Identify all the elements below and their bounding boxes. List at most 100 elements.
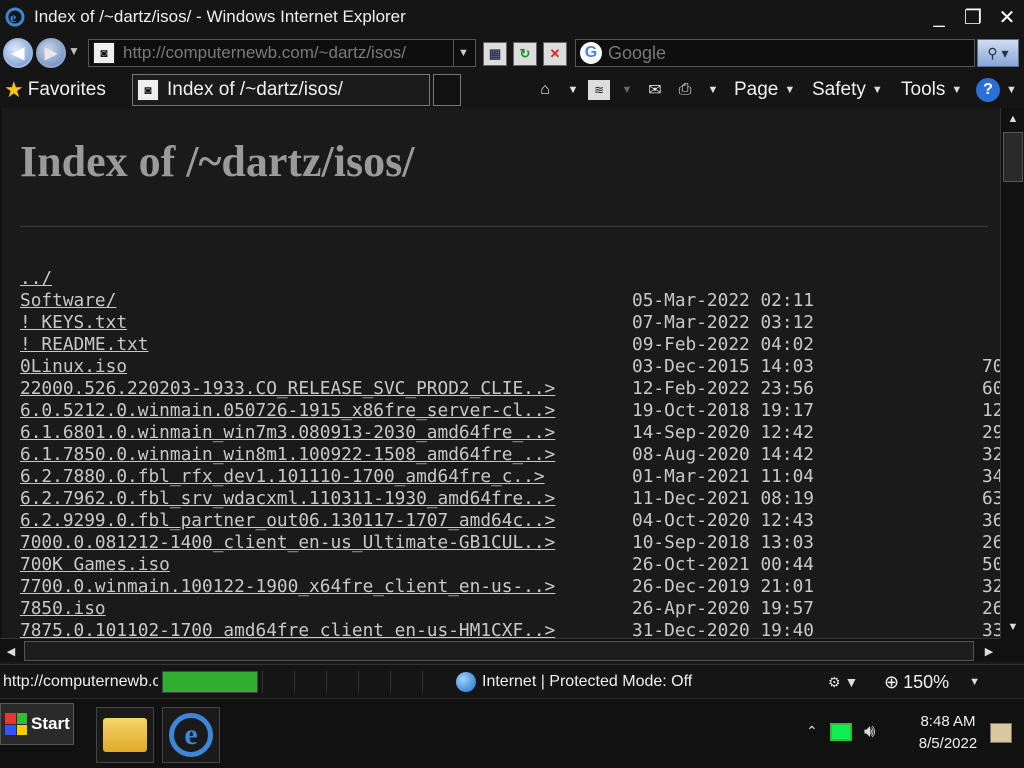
scrollbar-corner (1000, 638, 1024, 662)
tab-active[interactable]: ◙ Index of /~dartz/isos/ (132, 74, 430, 106)
window-title: Index of /~dartz/isos/ - Windows Interne… (34, 7, 406, 26)
file-link[interactable]: 6.2.9299.0.fbl_partner_out06.130117-1707… (20, 510, 555, 532)
ie-icon: e (169, 713, 213, 757)
file-date: 26-Apr-2020 19:57 (632, 598, 814, 619)
scroll-left-button[interactable]: ◀ (0, 639, 22, 663)
vertical-scroll-thumb[interactable] (1003, 132, 1023, 182)
status-segment (326, 671, 356, 693)
file-link[interactable]: 7700.0.winmain.100122-1900_x64fre_client… (20, 576, 555, 598)
zoom-level: 150% (903, 671, 950, 692)
vertical-scrollbar[interactable]: ▲ ▼ (1000, 108, 1024, 638)
file-link[interactable]: ! README.txt (20, 334, 148, 356)
favicon-icon: ◙ (137, 79, 159, 101)
back-button[interactable]: ◀ (3, 38, 33, 68)
new-tab-button[interactable] (433, 74, 461, 106)
refresh-button[interactable]: ↻ (513, 42, 537, 66)
list-item: 6.1.7850.0.winmain_win8m1.100922-1508_am… (20, 444, 1000, 466)
clock[interactable]: 8:48 AM 8/5/2022 (908, 711, 988, 755)
page-menu[interactable]: Page ▼ (734, 76, 795, 104)
popup-blocker-button[interactable]: ⚙ ▼ (828, 671, 868, 693)
address-toolbar: ◀ ▶ ▼ ◙ http://computernewb.com/~dartz/i… (0, 34, 1024, 72)
scroll-up-button[interactable]: ▲ (1001, 108, 1024, 130)
file-link[interactable]: 0Linux.iso (20, 356, 127, 378)
file-size: 2637 (982, 598, 1000, 619)
show-hidden-icons-button[interactable]: ⌃ (806, 723, 818, 740)
stop-icon: ✕ (549, 46, 561, 61)
forward-button[interactable]: ▶ (36, 38, 66, 68)
file-date: 09-Feb-2022 04:02 (632, 334, 814, 355)
taskbar-explorer[interactable] (96, 707, 154, 763)
file-link[interactable]: 6.1.7850.0.winmain_win8m1.100922-1508_am… (20, 444, 555, 466)
rss-icon[interactable]: ≋ (588, 80, 610, 100)
list-item: 6.2.7880.0.fbl_rfx_dev1.101110-1700_amd6… (20, 466, 1000, 488)
show-desktop-button[interactable] (990, 723, 1012, 743)
file-date: 11-Dec-2021 08:19 (632, 488, 814, 509)
start-button[interactable]: Start (0, 703, 74, 745)
home-dropdown[interactable]: ▼ (562, 80, 584, 100)
file-size: 3694 (982, 510, 1000, 531)
recent-pages-dropdown[interactable]: ▼ (68, 44, 80, 58)
file-link[interactable]: 700K Games.iso (20, 554, 170, 576)
list-item: 7875.0.101102-1700_amd64fre_client_en-us… (20, 620, 1000, 638)
file-link[interactable]: 7875.0.101102-1700_amd64fre_client_en-us… (20, 620, 555, 638)
file-link[interactable]: Software/ (20, 290, 116, 312)
zoom-icon: ⊕ (884, 671, 900, 692)
taskbar-internet-explorer[interactable]: e (162, 707, 220, 763)
file-link[interactable]: 7850.iso (20, 598, 106, 620)
list-item: 22000.526.220203-1933.CO_RELEASE_SVC_PRO… (20, 378, 1000, 400)
status-segment (294, 671, 324, 693)
folder-icon (103, 718, 147, 752)
address-bar[interactable]: ◙ http://computernewb.com/~dartz/isos/ ▼ (88, 39, 476, 67)
security-zone[interactable]: Internet | Protected Mode: Off (456, 671, 692, 693)
compat-view-button[interactable]: ▦ (483, 42, 507, 66)
file-link[interactable]: 6.2.7880.0.fbl_rfx_dev1.101110-1700_amd6… (20, 466, 545, 488)
stop-button[interactable]: ✕ (543, 42, 567, 66)
file-link[interactable]: 6.2.7962.0.fbl_srv_wdacxml.110311-1930_a… (20, 488, 555, 510)
tools-menu[interactable]: Tools ▼ (901, 76, 962, 104)
status-segment (390, 671, 420, 693)
help-menu[interactable]: ? ▼ (976, 76, 1017, 104)
search-button[interactable]: ⚲ ▾ (977, 39, 1019, 67)
file-date: 19-Oct-2018 19:17 (632, 400, 814, 421)
file-date: 26-Oct-2021 00:44 (632, 554, 814, 575)
scroll-down-button[interactable]: ▼ (1001, 616, 1024, 638)
file-link[interactable]: 6.0.5212.0.winmain.050726-1915_x86fre_se… (20, 400, 555, 422)
search-box[interactable]: G Google (575, 39, 975, 67)
favorites-button[interactable]: ★ Favorites (4, 76, 106, 104)
list-item: 0Linux.iso 03-Dec-2015 14:03 70 (20, 356, 1000, 378)
restore-button[interactable]: ❐ (956, 0, 990, 34)
back-icon: ◀ (11, 45, 25, 62)
search-input[interactable]: Google (608, 43, 666, 64)
zoom-dropdown[interactable]: ▼ (969, 676, 980, 688)
zoom-control[interactable]: ⊕ 150% ▼ (884, 671, 980, 693)
minimize-button[interactable]: _ (922, 0, 956, 34)
horizontal-scroll-thumb[interactable] (24, 641, 974, 661)
address-input[interactable]: http://computernewb.com/~dartz/isos/ (123, 43, 453, 63)
command-bar: ★ Favorites ◙ Index of /~dartz/isos/ ⌂ ▼… (0, 72, 1024, 108)
file-link[interactable]: ../ (20, 268, 52, 290)
close-button[interactable]: ✕ (990, 0, 1024, 34)
print-icon[interactable]: ⎙ (674, 80, 696, 100)
file-link[interactable]: ! KEYS.txt (20, 312, 127, 334)
list-item: 7850.iso 26-Apr-2020 19:57 2637 (20, 598, 1000, 620)
address-dropdown[interactable]: ▼ (453, 40, 473, 66)
rss-dropdown[interactable]: ▼ (616, 80, 638, 100)
horizontal-scrollbar[interactable]: ◀ ▶ (0, 638, 1000, 662)
file-size: 70 (982, 356, 1000, 377)
clock-date: 8/5/2022 (918, 735, 978, 752)
file-size: 3265 (982, 444, 1000, 465)
home-icon[interactable]: ⌂ (534, 80, 556, 100)
file-size: 2960 (982, 422, 1000, 443)
print-dropdown[interactable]: ▼ (702, 80, 724, 100)
scroll-right-button[interactable]: ▶ (978, 639, 1000, 663)
mail-icon[interactable]: ✉ (644, 80, 666, 100)
file-link[interactable]: 6.1.6801.0.winmain_win7m3.080913-2030_am… (20, 422, 555, 444)
volume-icon[interactable]: 🔊︎ (864, 721, 875, 742)
file-link[interactable]: 7000.0.081212-1400_client_en-us_Ultimate… (20, 532, 555, 554)
file-link[interactable]: 22000.526.220203-1933.CO_RELEASE_SVC_PRO… (20, 378, 555, 400)
safety-menu[interactable]: Safety ▼ (812, 76, 883, 104)
network-icon[interactable] (830, 723, 852, 741)
title-bar: e Index of /~dartz/isos/ - Windows Inter… (0, 0, 1024, 34)
tab-label: Index of /~dartz/isos/ (167, 79, 343, 100)
list-item: 6.2.9299.0.fbl_partner_out06.130117-1707… (20, 510, 1000, 532)
